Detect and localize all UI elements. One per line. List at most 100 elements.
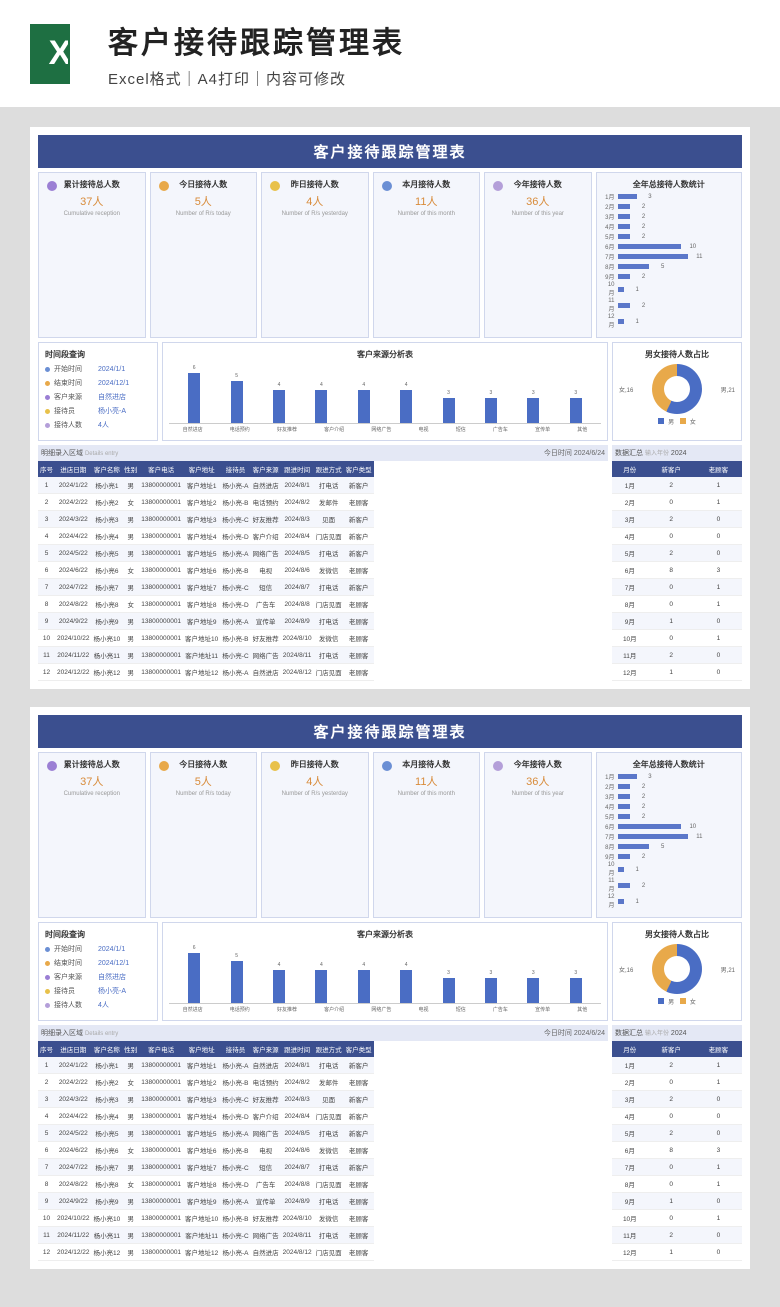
table-row: 12024/1/22杨小亮1男13800000001客户地址1杨小亮-A自然进店… [38,477,374,494]
stat-label: 今年接待人数 [489,179,587,190]
table-row: 42024/4/22杨小亮4男13800000001客户地址4杨小亮-D客户介绍… [38,1108,374,1125]
page-header: 客户接待跟踪管理表 Excel格式｜A4打印｜内容可修改 [0,0,780,107]
table-header: 客户类型 [344,461,374,477]
bar [570,398,582,423]
table-row: 3月20 [612,511,742,528]
stats-row: 累计接待总人数 37人 Cumulative reception 今日接待人数 … [38,752,742,918]
bar [527,978,539,1003]
query-dot-icon [45,989,50,994]
table-header: 新客户 [648,461,695,477]
table-row: 11月20 [612,1227,742,1244]
yearly-bar: 2月2 [603,782,736,791]
table-row: 10月01 [612,630,742,647]
yearly-chart-card: 全年总接待人数统计1月32月23月24月25月26月107月118月59月210… [596,752,743,918]
yearly-bar: 8月5 [603,262,736,271]
query-row: 开始时间2024/1/1 [45,364,151,374]
stat-label: 累计接待总人数 [43,759,141,770]
stat-sub: Number of this year [489,211,587,217]
table-header: 序号 [38,1041,55,1057]
stat-sub: Cumulative reception [43,791,141,797]
yearly-bar: 9月2 [603,852,736,861]
query-title: 时间段查询 [45,349,151,360]
yearly-bar: 8月5 [603,842,736,851]
header-text: 客户接待跟踪管理表 Excel格式｜A4打印｜内容可修改 [108,18,405,89]
bar [443,398,455,423]
bar [188,953,200,1003]
table-row: 12月10 [612,1244,742,1261]
query-dot-icon [45,961,50,966]
stat-card-year: 今年接待人数 36人 Number of this year [484,172,592,338]
table-row: 11月20 [612,647,742,664]
table-row: 122024/12/22杨小亮12男13800000001客户地址12杨小亮-A… [38,1244,374,1261]
yearly-bar: 6月10 [603,822,736,831]
yearly-bar: 9月2 [603,272,736,281]
stat-sub: Number of R/s yesterday [266,791,364,797]
stat-card-total: 累计接待总人数 37人 Cumulative reception [38,172,146,338]
sheet-title: 客户接待跟踪管理表 [38,135,742,168]
table-row: 62024/6/22杨小亮6女13800000001客户地址6杨小亮-B电视20… [38,1142,374,1159]
table-header: 性别 [122,461,139,477]
stat-value: 37人 [43,773,141,789]
stat-value: 5人 [155,773,253,789]
dashboard: 时间段查询开始时间2024/1/1结束时间2024/12/1客户来源自然进店接待… [38,342,742,441]
yearly-bar: 11月2 [603,298,736,313]
stat-dot-icon [47,761,57,771]
stat-value: 11人 [378,193,476,209]
table-header: 序号 [38,461,55,477]
table-header: 月份 [612,1041,648,1057]
stat-dot-icon [270,181,280,191]
stat-label: 昨日接待人数 [266,179,364,190]
stat-value: 37人 [43,193,141,209]
stat-sub: Number of R/s today [155,211,253,217]
gender-pie-chart: 男女接待人数占比 女,16 男,21 男 女 [612,922,742,1021]
table-row: 12024/1/22杨小亮1男13800000001客户地址1杨小亮-A自然进店… [38,1057,374,1074]
table-row: 102024/10/22杨小亮10男13800000001客户地址10杨小亮-B… [38,630,374,647]
query-row: 开始时间2024/1/1 [45,944,151,954]
table-row: 7月01 [612,1159,742,1176]
yearly-chart: 1月32月23月24月25月26月107月118月59月210月111月212月… [601,190,738,331]
dashboard: 时间段查询开始时间2024/1/1结束时间2024/12/1客户来源自然进店接待… [38,922,742,1021]
query-dot-icon [45,409,50,414]
stat-label: 昨日接待人数 [266,759,364,770]
stat-card-yesterday: 昨日接待人数 4人 Number of R/s yesterday [261,752,369,918]
table-row: 52024/5/22杨小亮5男13800000001客户地址5杨小亮-A网络广告… [38,1125,374,1142]
stat-value: 5人 [155,193,253,209]
donut-icon [652,364,702,414]
bar [400,970,412,1003]
stat-value: 36人 [489,193,587,209]
table-header: 客户来源 [251,1041,281,1057]
tables-wrapper: 明细录入区域 Details entry今日时间 2024/6/24序号进店日期… [38,445,742,681]
table-row: 1月21 [612,477,742,494]
stat-dot-icon [382,181,392,191]
table-row: 6月83 [612,1142,742,1159]
stat-label: 今年接待人数 [489,759,587,770]
table-header: 跟进时间 [281,461,314,477]
table-row: 82024/8/22杨小亮8女13800000001客户地址8杨小亮-D广告车2… [38,1176,374,1193]
table-row: 72024/7/22杨小亮7男13800000001客户地址7杨小亮-C短信20… [38,579,374,596]
stat-dot-icon [159,761,169,771]
bar [273,970,285,1003]
table-row: 92024/9/22杨小亮9男13800000001客户地址9杨小亮-A宣传单2… [38,613,374,630]
side-table-header: 数据汇总 输入年份 2024 [612,445,742,461]
bar [570,978,582,1003]
table-row: 8月01 [612,1176,742,1193]
table-row: 5月20 [612,545,742,562]
bar [273,390,285,423]
stat-sub: Number of R/s today [155,791,253,797]
table-row: 10月01 [612,1210,742,1227]
table-row: 2月01 [612,494,742,511]
table-row: 22024/2/22杨小亮2女13800000001客户地址2杨小亮-B电话预约… [38,1074,374,1091]
stat-dot-icon [47,181,57,191]
table-row: 112024/11/22杨小亮11男13800000001客户地址11杨小亮-C… [38,1227,374,1244]
table-header: 进店日期 [55,461,92,477]
table-header: 老顾客 [695,1041,742,1057]
bar [231,381,243,423]
stat-dot-icon [382,761,392,771]
table-row: 6月83 [612,562,742,579]
query-panel: 时间段查询开始时间2024/1/1结束时间2024/12/1客户来源自然进店接待… [38,922,158,1021]
table-header: 接待员 [220,461,250,477]
query-row: 接待员杨小亮-A [45,986,151,996]
table-header: 月份 [612,461,648,477]
stat-sub: Number of this month [378,791,476,797]
yearly-bar: 1月3 [603,772,736,781]
